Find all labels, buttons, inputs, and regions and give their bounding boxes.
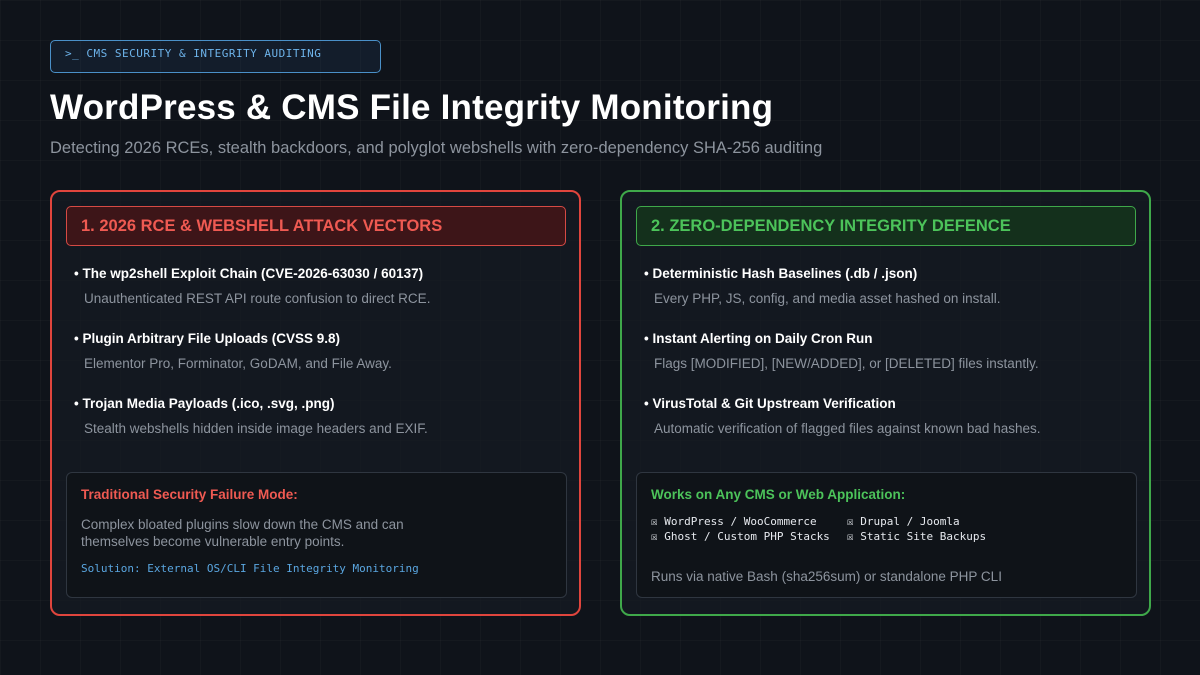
integrity-defence-heading: 2. ZERO-DEPENDENCY INTEGRITY DEFENCE (636, 206, 1136, 246)
solution-text: Solution: External OS/CLI File Integrity… (81, 562, 419, 575)
page-title: WordPress & CMS File Integrity Monitorin… (50, 88, 774, 127)
cms-support-box: Works on Any CMS or Web Application: ☒ W… (636, 472, 1137, 598)
failure-mode-box: Traditional Security Failure Mode: Compl… (66, 472, 567, 598)
attack-item: • Plugin Arbitrary File Uploads (CVSS 9.… (74, 331, 554, 371)
integrity-defence-panel: 2. ZERO-DEPENDENCY INTEGRITY DEFENCE • D… (620, 190, 1151, 616)
attack-item-desc: Elementor Pro, Forminator, GoDAM, and Fi… (84, 356, 392, 371)
failure-mode-title: Traditional Security Failure Mode: (81, 487, 298, 502)
cms-list: ☒ WordPress / WooCommerce ☒ Drupal / Joo… (651, 515, 1122, 543)
attack-item-desc: Stealth webshells hidden inside image he… (84, 421, 428, 436)
section-tag: >_ CMS SECURITY & INTEGRITY AUDITING (50, 40, 381, 73)
cms-support-title: Works on Any CMS or Web Application: (651, 487, 906, 502)
attack-item-title: • Trojan Media Payloads (.ico, .svg, .pn… (74, 396, 335, 411)
cms-item-static: ☒ Static Site Backups (847, 530, 987, 543)
cms-item-drupal: ☒ Drupal / Joomla (847, 515, 960, 528)
attack-item: • Trojan Media Payloads (.ico, .svg, .pn… (74, 396, 554, 436)
defence-item-desc: Every PHP, JS, config, and media asset h… (654, 291, 1001, 306)
defence-item: • Instant Alerting on Daily Cron Run Fla… (644, 331, 1124, 371)
cms-item-ghost: ☒ Ghost / Custom PHP Stacks (651, 530, 830, 543)
attack-item-title: • Plugin Arbitrary File Uploads (CVSS 9.… (74, 331, 341, 346)
attack-vectors-panel: 1. 2026 RCE & WEBSHELL ATTACK VECTORS • … (50, 190, 581, 616)
defence-item-desc: Flags [MODIFIED], [NEW/ADDED], or [DELET… (654, 356, 1039, 371)
page-subtitle: Detecting 2026 RCEs, stealth backdoors, … (50, 139, 823, 157)
defence-item-title: • VirusTotal & Git Upstream Verification (644, 396, 896, 411)
failure-mode-text: Complex bloated plugins slow down the CM… (81, 517, 404, 549)
defence-item-title: • Deterministic Hash Baselines (.db / .j… (644, 266, 918, 281)
attack-item: • The wp2shell Exploit Chain (CVE-2026-6… (74, 266, 554, 306)
attack-vectors-heading: 1. 2026 RCE & WEBSHELL ATTACK VECTORS (66, 206, 566, 246)
defence-item: • Deterministic Hash Baselines (.db / .j… (644, 266, 1124, 306)
defence-item-title: • Instant Alerting on Daily Cron Run (644, 331, 873, 346)
cms-support-footer: Runs via native Bash (sha256sum) or stan… (651, 569, 1002, 584)
attack-item-title: • The wp2shell Exploit Chain (CVE-2026-6… (74, 266, 424, 281)
defence-item-desc: Automatic verification of flagged files … (654, 421, 1041, 436)
cms-item-wordpress: ☒ WordPress / WooCommerce (651, 515, 817, 528)
defence-item: • VirusTotal & Git Upstream Verification… (644, 396, 1124, 436)
attack-item-desc: Unauthenticated REST API route confusion… (84, 291, 431, 306)
